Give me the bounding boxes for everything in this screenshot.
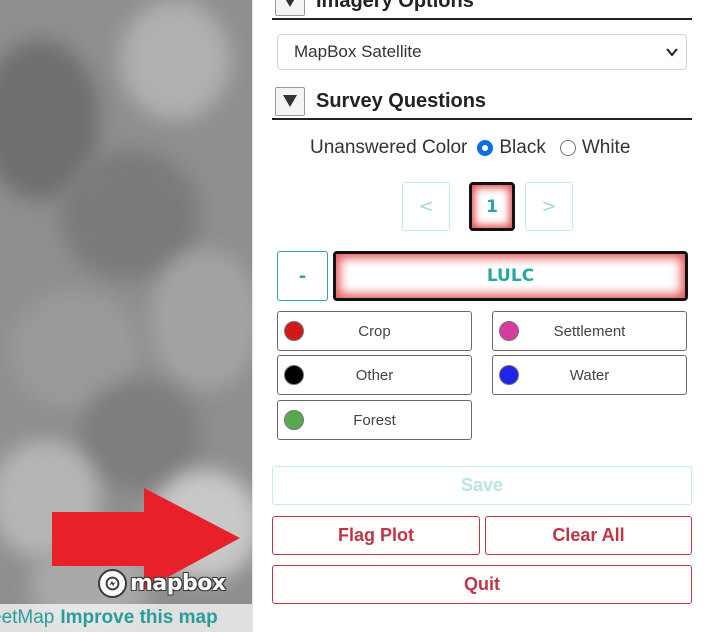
prev-question-button[interactable]: <	[402, 182, 450, 231]
answer-label: Crop	[358, 322, 391, 340]
map-attribution: eetMap Improve this map	[0, 604, 252, 632]
answer-color-dot	[499, 321, 519, 341]
imagery-options-header[interactable]: Imagery Options	[272, 0, 692, 20]
answer-label: Other	[355, 366, 394, 384]
triangle-down-icon	[283, 95, 297, 107]
save-button[interactable]: Save	[272, 466, 692, 505]
next-question-button[interactable]: >	[525, 182, 573, 231]
mapbox-logo-text: mapbox	[130, 570, 226, 596]
imagery-select-value: MapBox Satellite	[294, 42, 422, 61]
imagery-toggle-button[interactable]	[275, 0, 305, 16]
answer-settlement-button[interactable]: Settlement	[492, 311, 687, 351]
survey-toggle-button[interactable]	[275, 86, 305, 116]
map-texture	[120, 0, 230, 120]
answer-color-dot	[284, 365, 304, 385]
unanswered-color-label: Unanswered Color	[310, 137, 468, 158]
imagery-options-title: Imagery Options	[316, 0, 474, 12]
white-radio-label[interactable]: White	[582, 137, 631, 159]
answer-crop-button[interactable]: Crop	[277, 311, 472, 351]
answer-label: Water	[569, 366, 610, 384]
chevron-down-icon	[666, 48, 678, 57]
answer-other-button[interactable]: Other	[277, 355, 472, 395]
triangle-down-icon	[285, 0, 295, 7]
answer-color-dot	[284, 321, 304, 341]
black-radio-label[interactable]: Black	[499, 137, 545, 159]
osm-attribution-link[interactable]: eetMap	[0, 607, 54, 628]
answer-forest-button[interactable]: Forest	[277, 400, 472, 440]
flag-plot-button[interactable]: Flag Plot	[272, 516, 480, 555]
mapbox-logo[interactable]: mapbox	[98, 568, 226, 598]
question-title-button[interactable]: LULC	[333, 251, 688, 301]
white-radio[interactable]	[559, 140, 576, 156]
question-page-1-button[interactable]: 1	[469, 182, 515, 231]
quit-button[interactable]: Quit	[272, 565, 692, 604]
black-radio[interactable]	[477, 140, 494, 156]
answer-color-dot	[284, 410, 304, 430]
collapse-question-button[interactable]: -	[277, 251, 328, 301]
imagery-select[interactable]: MapBox Satellite	[277, 34, 687, 70]
survey-questions-header[interactable]: Survey Questions	[272, 84, 692, 120]
map-texture	[150, 250, 252, 390]
clear-all-button[interactable]: Clear All	[485, 516, 692, 555]
mapbox-logo-icon	[98, 568, 127, 598]
answer-water-button[interactable]: Water	[492, 355, 687, 395]
answer-label: Settlement	[553, 322, 626, 340]
survey-sidebar: Imagery Options MapBox Satellite Survey …	[252, 0, 712, 632]
improve-map-link[interactable]: Improve this map	[60, 607, 217, 628]
answer-color-dot	[499, 365, 519, 385]
map-texture	[80, 380, 200, 490]
answer-label: Forest	[353, 411, 396, 429]
map-view[interactable]: mapbox eetMap Improve this map	[0, 0, 252, 632]
unanswered-color-row: Unanswered Color Black White	[310, 136, 644, 160]
survey-questions-title: Survey Questions	[316, 89, 487, 112]
